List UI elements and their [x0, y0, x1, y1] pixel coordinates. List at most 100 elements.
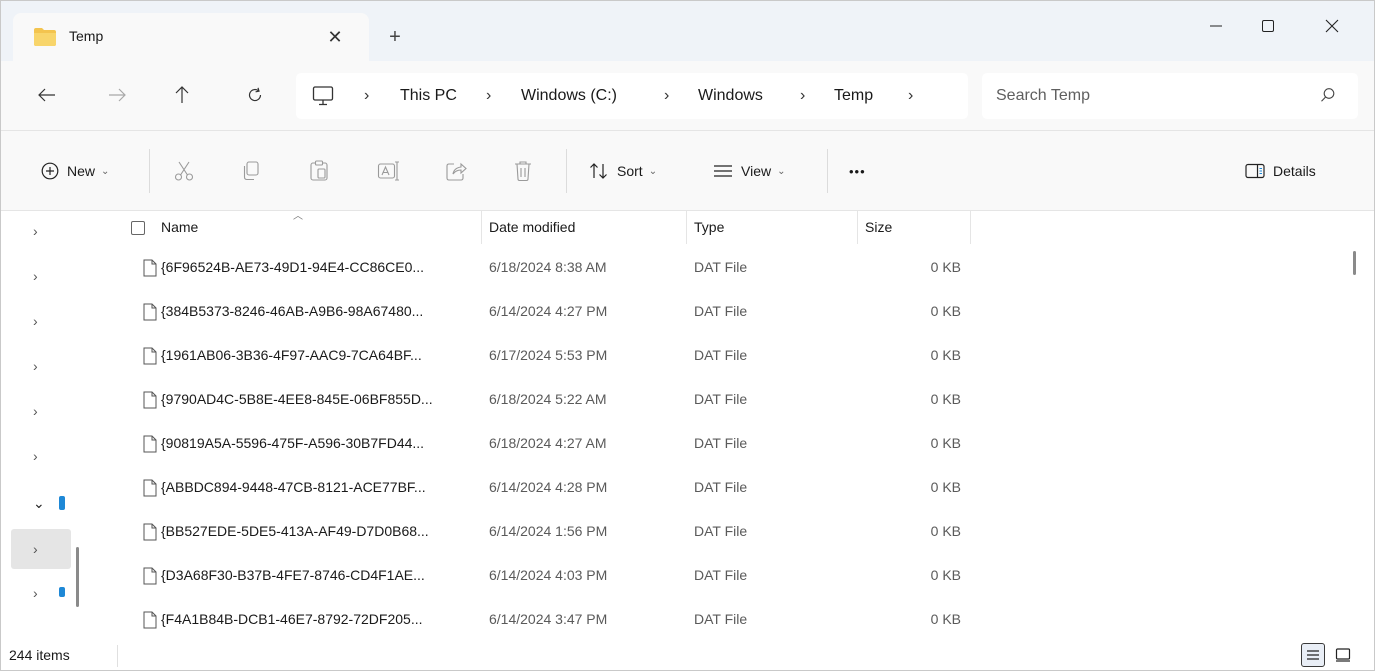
toolbar-divider	[149, 149, 150, 193]
navpane-scrollbar[interactable]	[76, 547, 79, 607]
file-list-scrollbar[interactable]	[1353, 251, 1356, 275]
more-options-button[interactable]: •••	[849, 155, 866, 187]
breadcrumb-this-pc[interactable]: This PC	[400, 87, 457, 105]
file-icon	[143, 435, 157, 453]
column-header-size[interactable]: Size	[865, 219, 892, 235]
forward-arrow-icon[interactable]	[101, 79, 133, 111]
new-button[interactable]: New ⌄	[41, 155, 109, 187]
details-button[interactable]: Details	[1245, 155, 1316, 187]
file-row[interactable]: {D3A68F30-B37B-4FE7-8746-CD4F1AE... 6/14/…	[89, 554, 1369, 598]
file-row[interactable]: {BB527EDE-5DE5-413A-AF49-D7D0B68... 6/14/…	[89, 510, 1369, 554]
tab-close-icon[interactable]: ✕	[321, 23, 349, 51]
select-all-checkbox[interactable]	[131, 221, 145, 235]
file-row[interactable]: {9790AD4C-5B8E-4EE8-845E-06BF855D... 6/18…	[89, 378, 1369, 422]
column-header-name[interactable]: Name	[161, 219, 198, 235]
delete-button[interactable]	[513, 155, 533, 187]
sort-button-label: Sort	[617, 163, 643, 179]
file-name: {ABBDC894-9448-47CB-8121-ACE77BF...	[161, 479, 426, 495]
search-box[interactable]	[982, 73, 1358, 119]
trash-icon	[515, 161, 531, 182]
column-divider[interactable]	[970, 211, 971, 244]
file-type: DAT File	[694, 611, 748, 627]
file-type: DAT File	[694, 567, 748, 583]
nav-expand-chevron-icon[interactable]: ›	[11, 256, 71, 296]
breadcrumb-separator-icon[interactable]: ›	[800, 87, 805, 105]
file-row[interactable]: {90819A5A-5596-475F-A596-30B7FD44... 6/18…	[89, 422, 1369, 466]
sort-ascending-icon: ︿	[293, 211, 303, 222]
breadcrumb-windows[interactable]: Windows	[698, 87, 763, 105]
column-header-type[interactable]: Type	[694, 219, 724, 235]
breadcrumb-temp[interactable]: Temp	[834, 87, 873, 105]
file-icon	[143, 611, 157, 629]
nav-expand-chevron-icon[interactable]: ›	[11, 301, 71, 341]
navigation-pane: › › › › › › ⌄ › ›	[1, 211, 89, 639]
breadcrumb-windows-c[interactable]: Windows (C:)	[521, 87, 617, 105]
file-name: {6F96524B-AE73-49D1-94E4-CC86CE0...	[161, 259, 425, 275]
back-arrow-icon[interactable]	[31, 79, 63, 111]
file-icon	[143, 523, 157, 541]
file-size: 0 KB	[930, 303, 961, 319]
file-name: {BB527EDE-5DE5-413A-AF49-D7D0B68...	[161, 523, 429, 539]
file-icon	[143, 347, 157, 365]
nav-expand-chevron-icon[interactable]: ›	[11, 391, 71, 431]
file-name: {90819A5A-5596-475F-A596-30B7FD44...	[161, 435, 425, 451]
breadcrumb-separator-icon[interactable]: ›	[364, 87, 369, 105]
file-name: {F4A1B84B-DCB1-46E7-8792-72DF205...	[161, 611, 423, 627]
column-divider[interactable]	[481, 211, 482, 244]
file-row[interactable]: {384B5373-8246-46AB-A9B6-98A67480... 6/14…	[89, 290, 1369, 334]
copy-icon	[243, 161, 259, 181]
tab-temp[interactable]: Temp ✕	[13, 13, 369, 61]
share-button[interactable]	[445, 155, 467, 187]
paste-icon	[310, 160, 328, 181]
up-arrow-icon[interactable]	[166, 79, 198, 111]
nav-expand-chevron-icon[interactable]: ›	[11, 436, 71, 476]
file-row[interactable]: {6F96524B-AE73-49D1-94E4-CC86CE0... 6/18/…	[89, 246, 1369, 290]
column-divider[interactable]	[857, 211, 858, 244]
toolbar-divider	[566, 149, 567, 193]
toolbar-divider	[827, 149, 828, 193]
search-icon[interactable]	[1320, 87, 1336, 103]
status-divider	[117, 645, 118, 667]
file-row[interactable]: {F4A1B84B-DCB1-46E7-8792-72DF205... 6/14/…	[89, 598, 1369, 642]
details-view-toggle[interactable]	[1301, 643, 1325, 667]
chevron-down-icon: ⌄	[648, 165, 658, 177]
cut-button[interactable]	[173, 155, 195, 187]
nav-expand-chevron-icon[interactable]: ›	[11, 211, 71, 251]
address-bar[interactable]: › This PC › Windows (C:) › Windows › Tem…	[296, 73, 968, 119]
nav-expand-chevron-icon[interactable]: ›	[11, 529, 71, 569]
tiles-view-toggle[interactable]	[1331, 643, 1355, 667]
breadcrumb-separator-icon[interactable]: ›	[664, 87, 669, 105]
view-button[interactable]: View ⌄	[713, 155, 785, 187]
column-divider[interactable]	[686, 211, 687, 244]
details-view-icon	[1307, 650, 1319, 660]
file-row[interactable]: {ABBDC894-9448-47CB-8121-ACE77BF... 6/14/…	[89, 466, 1369, 510]
chevron-down-icon: ⌄	[101, 165, 110, 177]
column-header-date-modified[interactable]: Date modified	[489, 219, 575, 235]
maximize-icon[interactable]	[1245, 1, 1291, 51]
paste-button[interactable]	[309, 155, 329, 187]
file-size: 0 KB	[930, 435, 961, 451]
copy-button[interactable]	[241, 155, 261, 187]
refresh-icon[interactable]	[239, 79, 271, 111]
folder-icon	[34, 28, 56, 46]
nav-expand-chevron-icon[interactable]: ›	[11, 346, 71, 386]
rename-icon	[377, 161, 399, 181]
plus-circle-icon	[41, 162, 59, 180]
file-date-modified: 6/14/2024 4:28 PM	[489, 479, 608, 495]
search-input[interactable]	[996, 83, 1296, 109]
file-icon	[143, 259, 157, 277]
sort-button[interactable]: Sort ⌄	[589, 155, 657, 187]
file-name: {1961AB06-3B36-4F97-AAC9-7CA64BF...	[161, 347, 422, 363]
breadcrumb-separator-icon[interactable]: ›	[908, 87, 913, 105]
close-icon[interactable]	[1309, 1, 1355, 51]
rename-button[interactable]	[377, 155, 401, 187]
breadcrumb-separator-icon[interactable]: ›	[486, 87, 491, 105]
status-bar: 244 items	[1, 639, 1374, 670]
file-type: DAT File	[694, 523, 748, 539]
new-tab-icon[interactable]: +	[381, 23, 409, 51]
minimize-icon[interactable]	[1193, 1, 1239, 51]
file-list: ︿ Name Date modified Type Size {6F96524B…	[89, 211, 1369, 639]
file-row[interactable]: {1961AB06-3B36-4F97-AAC9-7CA64BF... 6/17/…	[89, 334, 1369, 378]
view-button-label: View	[741, 163, 772, 179]
file-type: DAT File	[694, 347, 748, 363]
